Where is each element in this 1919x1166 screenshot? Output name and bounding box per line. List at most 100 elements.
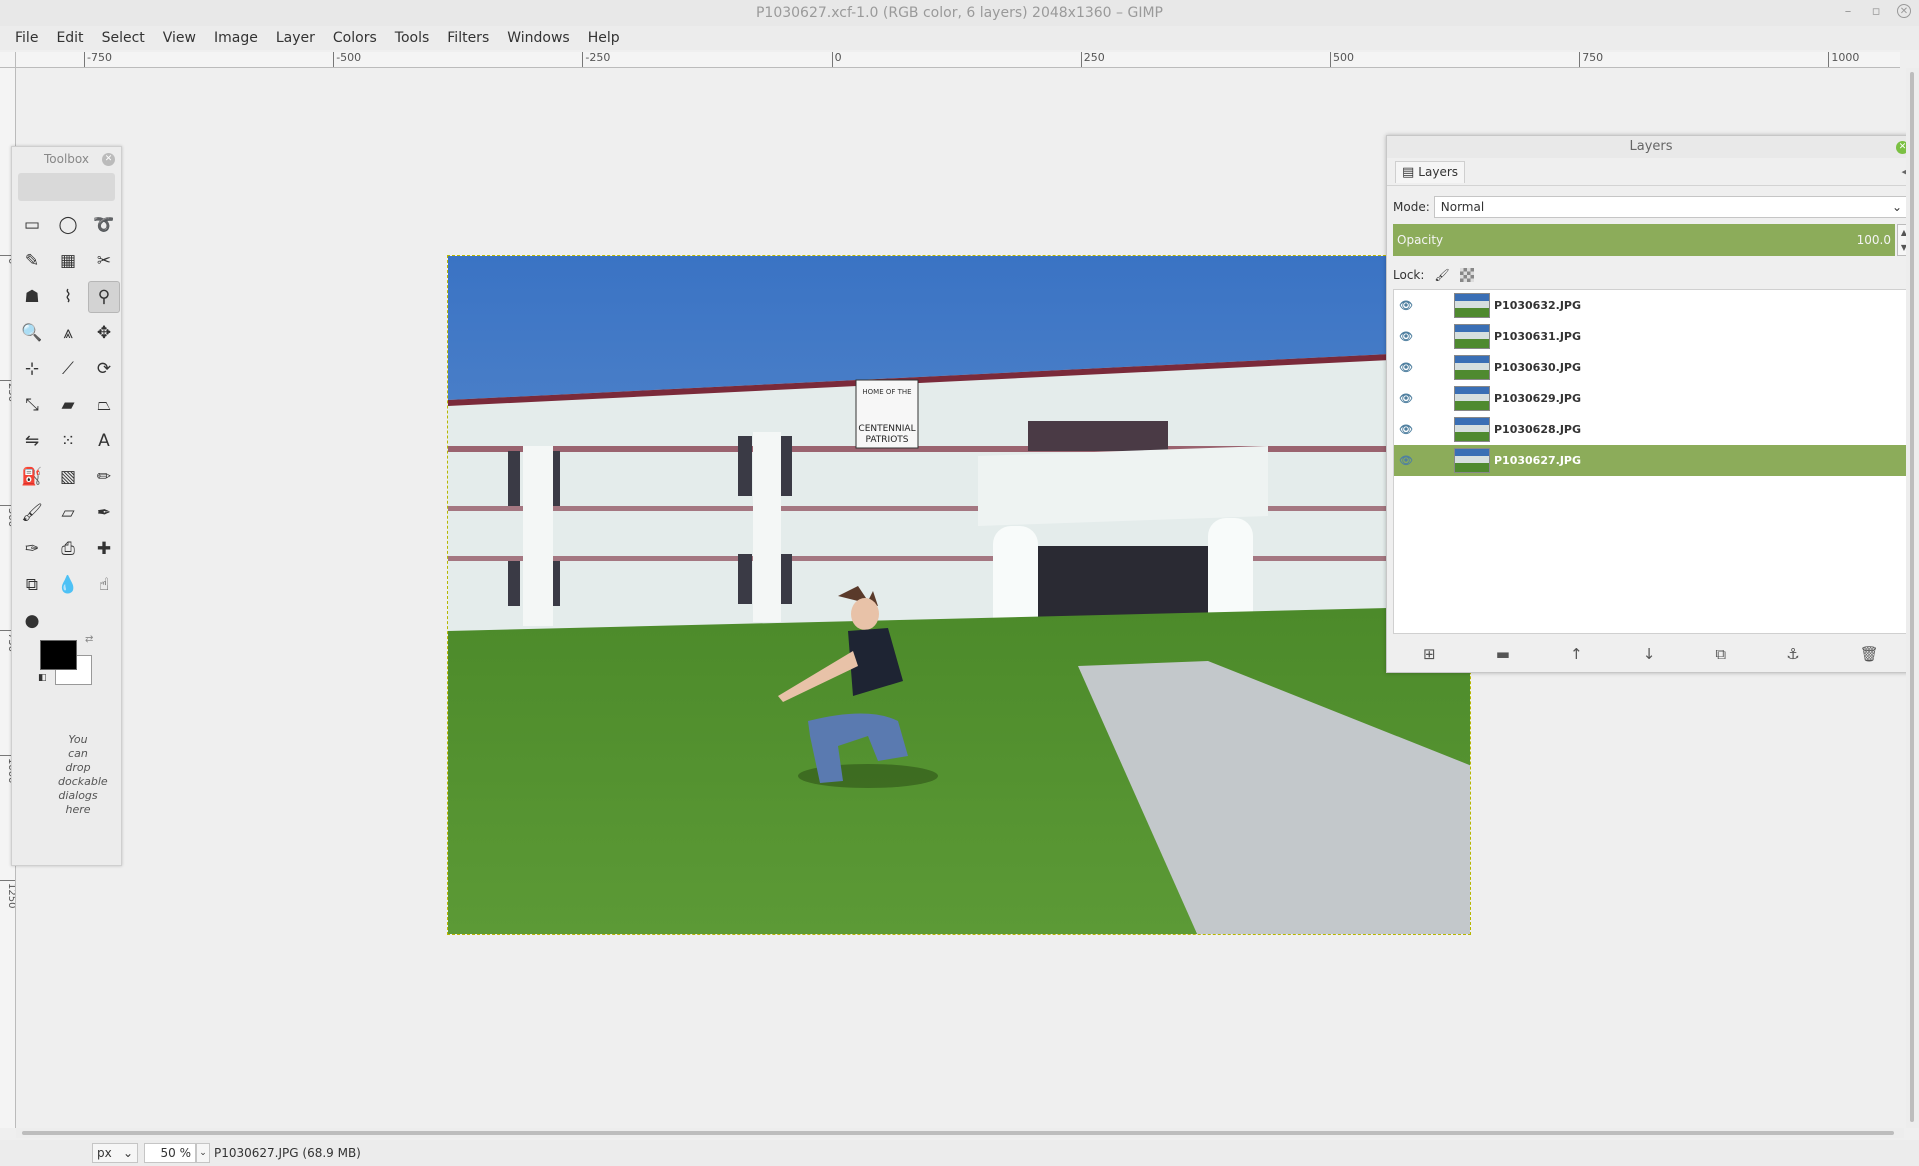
opacity-slider[interactable]: Opacity 100.0 (1393, 224, 1895, 256)
ruler-tick-label: 500 (1330, 52, 1354, 67)
ellipse-select-tool[interactable]: ◯ (52, 209, 84, 241)
blur-tool[interactable]: 💧 (52, 569, 84, 601)
raise-layer-button[interactable]: ↑ (1570, 645, 1583, 663)
menu-colors[interactable]: Colors (324, 30, 386, 46)
measure-tool[interactable]: ⩓ (52, 317, 84, 349)
maximize-icon[interactable]: ▫ (1869, 4, 1883, 19)
delete-layer-button[interactable]: 🗑 (1860, 645, 1879, 663)
layer-row[interactable]: 👁 P1030629.JPG (1394, 383, 1908, 414)
foreground-color-swatch[interactable] (40, 640, 77, 670)
pencil-icon: ✏ (96, 467, 112, 487)
anchor-layer-button[interactable]: ⚓ (1786, 645, 1799, 663)
perspective-tool[interactable]: ⏢ (88, 389, 120, 421)
smudge-tool[interactable]: ☝ (88, 569, 120, 601)
airbrush-tool[interactable]: ✒ (88, 497, 120, 529)
tab-layers[interactable]: ▤ Layers (1395, 160, 1466, 183)
visibility-eye-icon[interactable]: 👁 (1394, 454, 1418, 467)
layer-row[interactable]: 👁 P1030632.JPG (1394, 290, 1908, 321)
paintbrush-tool[interactable]: 🖌 (16, 497, 48, 529)
fuzzy-select-tool[interactable]: ✎ (16, 245, 48, 277)
minimize-icon[interactable]: – (1841, 4, 1855, 19)
move-tool[interactable]: ✥ (88, 317, 120, 349)
lock-pixels-icon[interactable]: 🖌 (1434, 268, 1449, 282)
close-icon[interactable]: ✕ (102, 153, 115, 166)
menu-file[interactable]: File (6, 30, 47, 46)
perspective-clone-icon: ⧉ (25, 575, 39, 595)
ruler-corner[interactable] (0, 52, 16, 68)
horizontal-ruler[interactable]: -750-500-2500250500750100012501500175020… (16, 52, 1900, 68)
horizontal-scrollbar-thumb[interactable] (22, 1131, 1894, 1135)
unit-select[interactable]: px ⌄ (92, 1143, 138, 1163)
color-picker-tool[interactable]: ⚲ (88, 281, 120, 313)
visibility-eye-icon[interactable]: 👁 (1394, 330, 1418, 343)
status-message: P1030627.JPG (68.9 MB) (214, 1146, 361, 1160)
menu-tools[interactable]: Tools (386, 30, 439, 46)
heal-tool[interactable]: ✚ (88, 533, 120, 565)
wilber-drop-area[interactable] (18, 173, 115, 201)
color-select-tool[interactable]: ▦ (52, 245, 84, 277)
menu-edit[interactable]: Edit (47, 30, 92, 46)
layer-row[interactable]: 👁 P1030628.JPG (1394, 414, 1908, 445)
vertical-scrollbar[interactable] (1906, 68, 1919, 1128)
horizontal-scrollbar[interactable] (16, 1128, 1904, 1138)
scale-tool[interactable]: ⤡ (16, 389, 48, 421)
layer-row[interactable]: 👁 P1030631.JPG (1394, 321, 1908, 352)
clone-icon: ⎙ (61, 539, 75, 559)
scissors-select-tool[interactable]: ✂ (88, 245, 120, 277)
new-layer-button[interactable]: ⊞ (1423, 645, 1436, 663)
menu-select[interactable]: Select (93, 30, 154, 46)
canvas-image[interactable]: HOME OF THE CENTENNIAL PATRIOTS (447, 255, 1471, 935)
ink-tool[interactable]: ✑ (16, 533, 48, 565)
airbrush-icon: ✒ (96, 503, 112, 523)
close-icon[interactable]: ✕ (1897, 4, 1911, 18)
bucket-fill-tool[interactable]: ⛽ (16, 461, 48, 493)
menu-view[interactable]: View (154, 30, 205, 46)
text-tool[interactable]: A (88, 425, 120, 457)
menu-windows[interactable]: Windows (498, 30, 579, 46)
visibility-eye-icon[interactable]: 👁 (1394, 299, 1418, 312)
eraser-tool[interactable]: ▱ (52, 497, 84, 529)
paths-tool[interactable]: ⌇ (52, 281, 84, 313)
clone-tool[interactable]: ⎙ (52, 533, 84, 565)
menu-help[interactable]: Help (579, 30, 629, 46)
rect-select-tool[interactable]: ▭ (16, 209, 48, 241)
layer-row[interactable]: 👁 P1030627.JPG (1394, 445, 1908, 476)
reset-colors-icon[interactable]: ◧ (38, 673, 47, 683)
blend-tool[interactable]: ▧ (52, 461, 84, 493)
align-tool[interactable]: ⊹ (16, 353, 48, 385)
zoom-tool[interactable]: 🔍 (16, 317, 48, 349)
menu-bar: File Edit Select View Image Layer Colors… (0, 26, 1919, 50)
flip-tool[interactable]: ⇋ (16, 425, 48, 457)
zoom-input[interactable]: 50 % (144, 1143, 196, 1163)
foreground-select-icon: ☗ (24, 287, 40, 307)
visibility-eye-icon[interactable]: 👁 (1394, 392, 1418, 405)
unit-value: px (97, 1146, 112, 1160)
ruler-tick-label: -250 (582, 52, 610, 67)
foreground-select-tool[interactable]: ☗ (16, 281, 48, 313)
pencil-tool[interactable]: ✏ (88, 461, 120, 493)
zoom-dropdown-icon[interactable]: ⌄ (196, 1143, 210, 1163)
menu-layer[interactable]: Layer (267, 30, 324, 46)
toolbox-header: Toolbox ✕ (12, 147, 121, 171)
cage-tool[interactable]: ⁙ (52, 425, 84, 457)
swap-colors-icon[interactable]: ⇄ (85, 634, 93, 645)
shear-tool[interactable]: ▰ (52, 389, 84, 421)
perspective-clone-tool[interactable]: ⧉ (16, 569, 48, 601)
color-swatches: ⇄ ◧ (38, 634, 100, 690)
free-select-tool[interactable]: ➰ (88, 209, 120, 241)
duplicate-layer-button[interactable]: ⧉ (1715, 645, 1726, 663)
dodge-burn-tool[interactable]: ● (16, 605, 48, 637)
rotate-tool[interactable]: ⟳ (88, 353, 120, 385)
mode-select[interactable]: Normal ⌄ (1433, 196, 1909, 218)
vertical-scrollbar-thumb[interactable] (1910, 72, 1914, 1122)
rect-select-icon: ▭ (23, 215, 41, 235)
visibility-eye-icon[interactable]: 👁 (1394, 361, 1418, 374)
visibility-eye-icon[interactable]: 👁 (1394, 423, 1418, 436)
menu-filters[interactable]: Filters (438, 30, 498, 46)
new-layer-group-button[interactable]: ▬ (1496, 645, 1510, 663)
lower-layer-button[interactable]: ↓ (1643, 645, 1656, 663)
crop-tool[interactable]: ⟋ (52, 353, 84, 385)
menu-image[interactable]: Image (205, 30, 267, 46)
lock-alpha-icon[interactable] (1459, 268, 1474, 282)
layer-row[interactable]: 👁 P1030630.JPG (1394, 352, 1908, 383)
